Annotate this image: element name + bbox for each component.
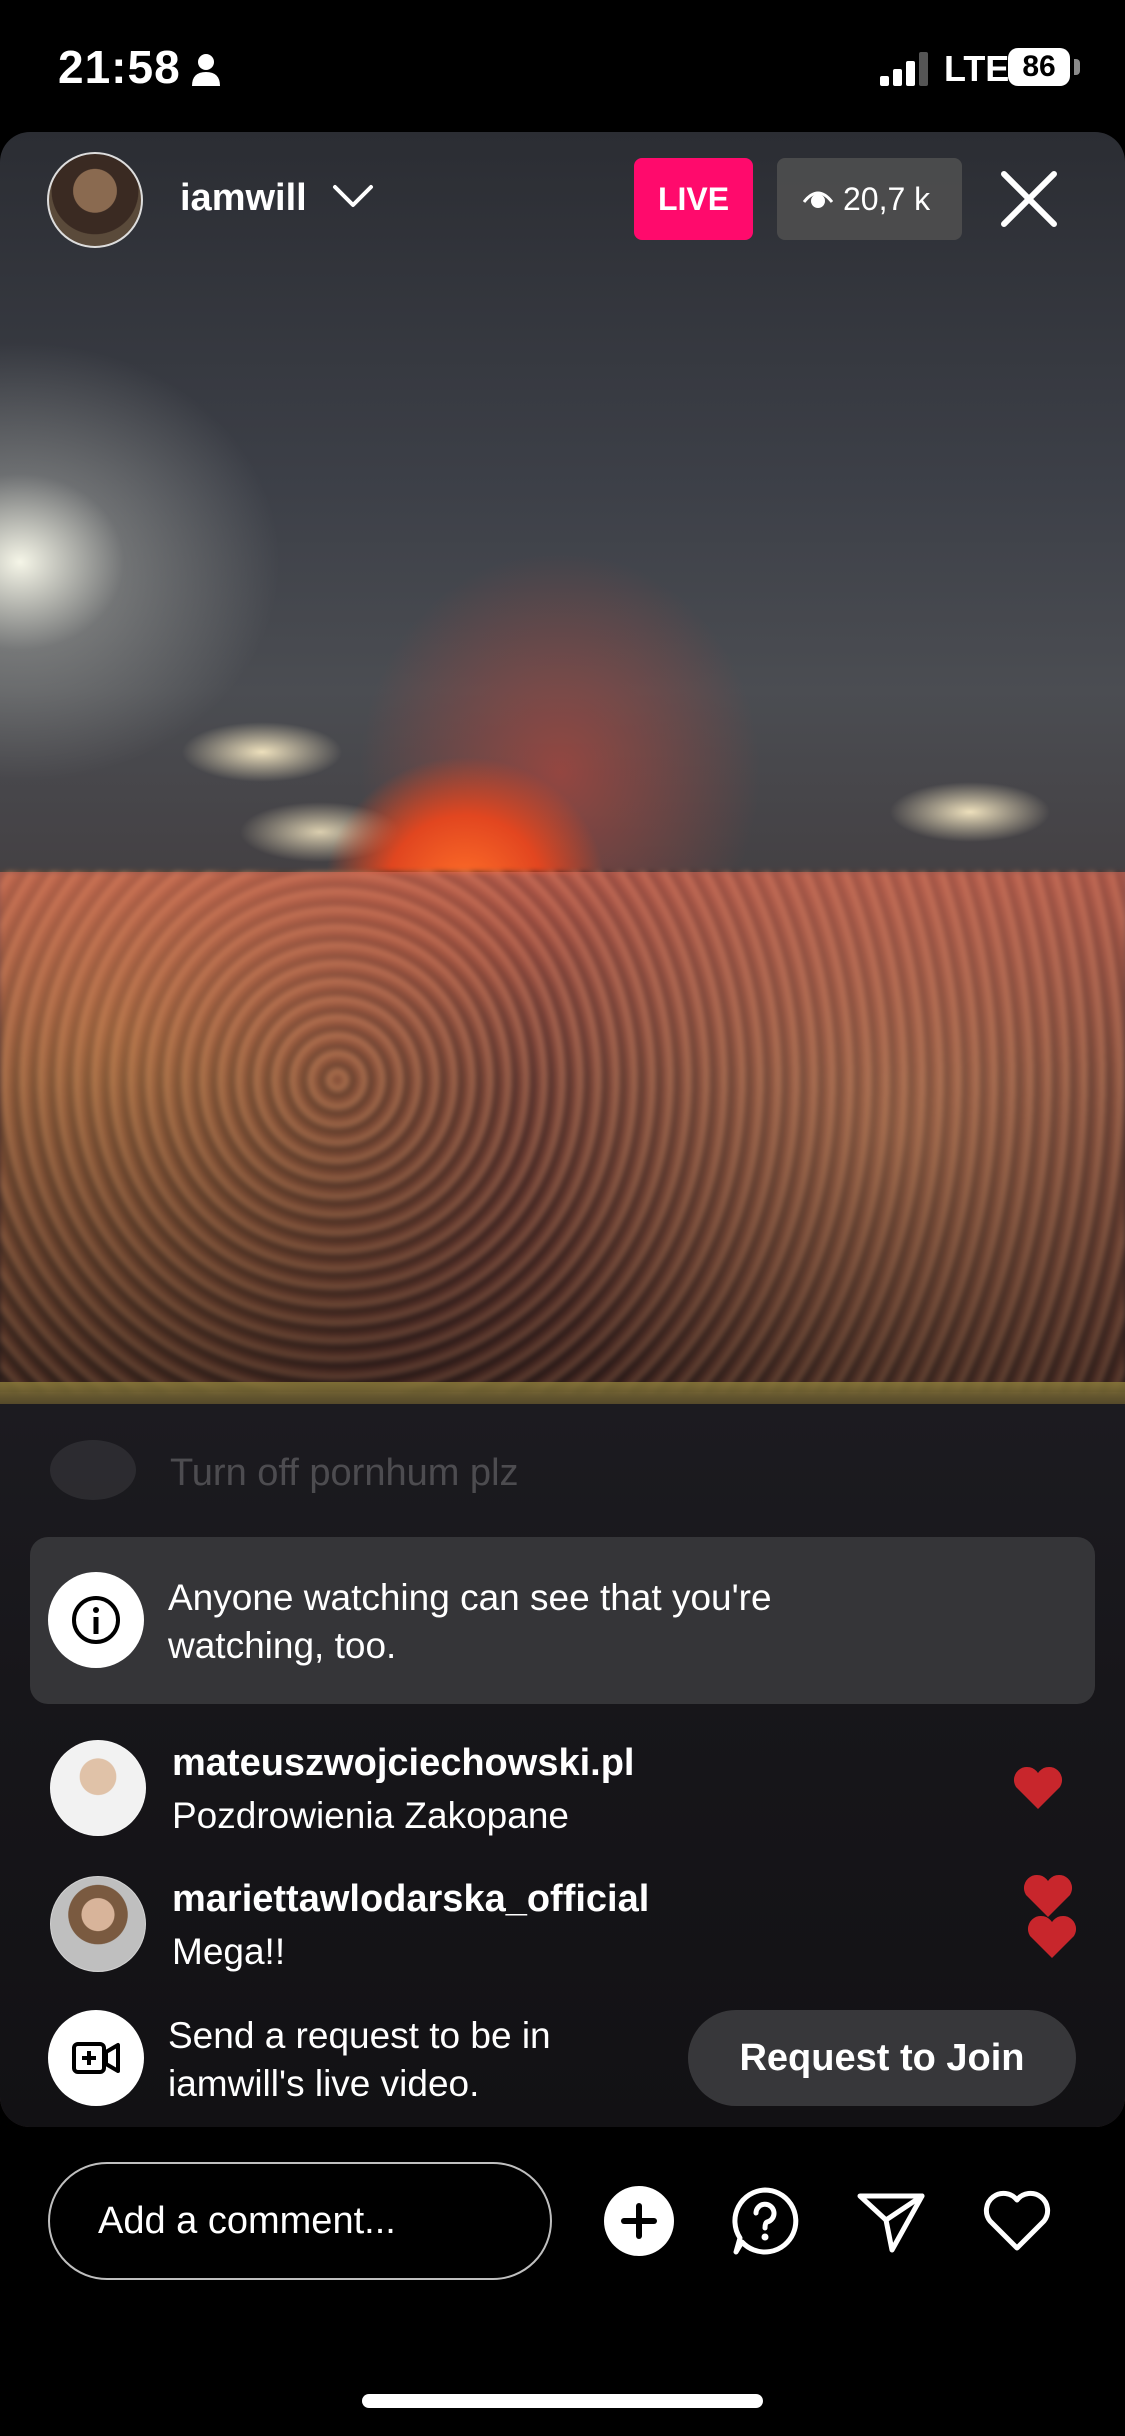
- status-bar: 21:58 LTE 86: [0, 0, 1125, 132]
- host-username[interactable]: iamwill: [180, 177, 307, 220]
- faded-comment-avatar: [50, 1440, 136, 1500]
- send-icon[interactable]: [856, 2186, 926, 2256]
- live-badge: LIVE: [634, 158, 753, 240]
- signal-icon: [880, 52, 928, 86]
- faded-comment: Turn off pornhum plz: [170, 1452, 519, 1494]
- heart-icon[interactable]: [982, 2186, 1052, 2256]
- crowd-glow: [0, 872, 1125, 1392]
- stage-barrier: [0, 1382, 1125, 1404]
- battery-nub: [1074, 59, 1080, 75]
- join-request-text: Send a request to be in iamwill's live v…: [168, 2015, 551, 2104]
- heart-icon: [1023, 1874, 1073, 1917]
- host-avatar[interactable]: [47, 152, 143, 248]
- eye-icon: [803, 191, 833, 208]
- network-type: LTE: [944, 48, 1010, 89]
- comment-input[interactable]: [48, 2162, 552, 2280]
- info-icon: [48, 1572, 144, 1668]
- battery-indicator: 86: [1008, 48, 1070, 86]
- close-icon[interactable]: [998, 168, 1060, 230]
- heart-icon: [1027, 1915, 1077, 1958]
- status-time: 21:58: [58, 41, 181, 93]
- request-to-join-button[interactable]: Request to Join: [688, 2010, 1076, 2106]
- notice-text: Anyone watching can see that you're watc…: [168, 1577, 772, 1666]
- comment-avatar[interactable]: [50, 1876, 146, 1972]
- comment-username[interactable]: mateuszwojciechowski.pl: [172, 1742, 634, 1785]
- comment-text: Pozdrowienia Zakopane: [172, 1795, 569, 1836]
- viewer-count-badge[interactable]: 20,7 k: [777, 158, 962, 240]
- home-indicator[interactable]: [362, 2394, 763, 2408]
- person-icon: [192, 54, 220, 86]
- question-icon[interactable]: [730, 2186, 800, 2256]
- comment-avatar[interactable]: [50, 1740, 146, 1836]
- comment-username[interactable]: mariettawlodarska_official: [172, 1878, 649, 1921]
- heart-icon: [1013, 1766, 1063, 1809]
- chevron-down-icon[interactable]: [332, 184, 374, 208]
- comment-text: Mega!!: [172, 1931, 286, 1972]
- plus-icon[interactable]: [604, 2186, 674, 2256]
- viewer-count: 20,7 k: [843, 181, 931, 217]
- video-add-icon: [48, 2010, 144, 2106]
